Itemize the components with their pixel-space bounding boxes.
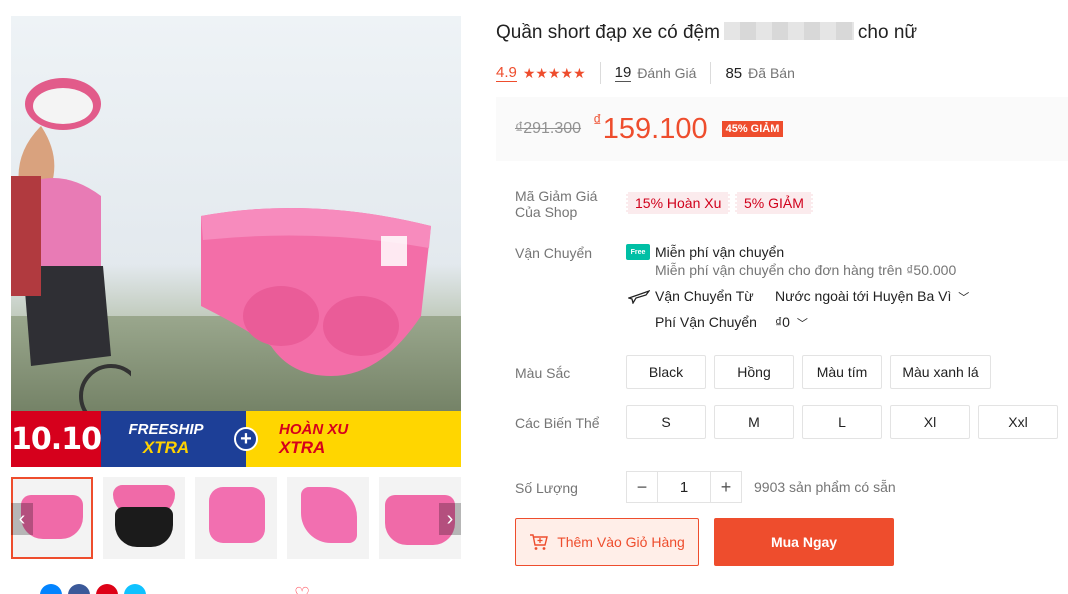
sold-label: Đã Bán <box>748 65 795 81</box>
color-option-purple[interactable]: Màu tím <box>802 355 882 389</box>
quantity-stepper: − 1 + <box>626 471 742 503</box>
product-title-suffix: cho nữ <box>857 22 918 43</box>
add-to-cart-label: Thêm Vào Giỏ Hàng <box>557 534 685 550</box>
buy-now-button[interactable]: Mua Ngay <box>714 518 894 566</box>
divider <box>710 62 712 84</box>
ship-from-value: Nước ngoài tới Huyện Ba Vì <box>775 288 952 304</box>
divider <box>599 62 601 84</box>
promo-freeship-xtra: XTRA <box>142 438 190 457</box>
currency-symbol: ₫ <box>593 111 602 130</box>
voucher-label-line2: Của Shop <box>515 204 578 220</box>
variant-option-xl[interactable]: Xl <box>890 405 970 439</box>
color-option-green[interactable]: Màu xanh lá <box>890 355 991 389</box>
ship-from-label: Vận Chuyển Từ <box>655 288 754 304</box>
stock-count: 9903 sản phẩm có sẵn <box>754 479 896 495</box>
thumbnail-image-black <box>115 507 173 547</box>
variant-option-xxl[interactable]: Xxl <box>978 405 1058 439</box>
thumbnail-strip: ‹ › <box>11 477 461 559</box>
promo-freeship-label: FREESHIP <box>128 421 204 438</box>
pinterest-icon[interactable] <box>96 584 118 594</box>
variant-option-m[interactable]: M <box>714 405 794 439</box>
add-to-cart-button[interactable]: Thêm Vào Giỏ Hàng <box>515 518 699 566</box>
ship-fee-value: ₫0 <box>775 314 790 330</box>
facebook-icon[interactable] <box>68 584 90 594</box>
product-title-prefix: Quần short đạp xe có đệm <box>496 22 720 43</box>
thumbnail-image <box>301 487 357 543</box>
color-label: Màu Sắc <box>515 365 571 381</box>
price-box: ₫291.300 ₫ 159.100 45% GIẢM <box>496 97 1068 161</box>
current-price: 159.100 <box>602 112 708 145</box>
reviews-count[interactable]: 19 <box>614 64 632 82</box>
promo-1010-badge: 10.10 <box>11 411 102 467</box>
thumbnail-3[interactable] <box>195 477 277 559</box>
thumbnail-5[interactable]: › <box>379 477 461 559</box>
original-price: ₫291.300 <box>515 120 582 137</box>
plus-icon: + <box>234 427 258 451</box>
quantity-input[interactable]: 1 <box>657 472 711 502</box>
main-product-image[interactable]: 10.10 FREESHIP XTRA + HOÀN XU XTRA <box>11 16 461 467</box>
redacted-text <box>723 22 854 40</box>
thumbnail-1[interactable]: ‹ <box>11 477 93 559</box>
quantity-label: Số Lượng <box>515 480 578 496</box>
ship-from-dropdown[interactable]: Nước ngoài tới Huyện Ba Vì ﹀ <box>775 288 969 305</box>
thumbnail-4[interactable] <box>287 477 369 559</box>
promo-hoanxu: HOÀN XU XTRA <box>261 411 461 467</box>
voucher-label: Mã Giảm Giá Của Shop <box>515 188 597 220</box>
share-row <box>40 584 146 594</box>
promo-hoanxu-xtra: XTRA <box>279 438 326 457</box>
shipping-label: Vận Chuyển <box>515 245 593 261</box>
free-shipping-title: Miễn phí vận chuyển <box>655 244 785 260</box>
product-title: Quần short đạp xe có đệm cho nữ <box>496 22 917 44</box>
promo-plus: + <box>231 411 261 467</box>
color-option-pink[interactable]: Hồng <box>714 355 794 389</box>
voucher-label-line1: Mã Giảm Giá <box>515 188 598 204</box>
discount-badge: 45% GIẢM <box>721 121 784 137</box>
rating-row: 4.9 ★★★★★ 19 Đánh Giá 85 Đã Bán <box>496 62 795 84</box>
promo-hoanxu-label: HOÀN XU <box>279 421 349 438</box>
variant-option-s[interactable]: S <box>626 405 706 439</box>
promo-banner: 10.10 FREESHIP XTRA + HOÀN XU XTRA <box>11 411 461 467</box>
star-rating-icon: ★★★★★ <box>522 64 586 81</box>
free-shipping-desc: Miễn phí vận chuyển cho đơn hàng trên ₫5… <box>655 262 957 278</box>
chevron-down-icon: ﹀ <box>796 318 808 330</box>
chevron-left-icon[interactable]: ‹ <box>11 503 33 535</box>
reviews-label: Đánh Giá <box>637 65 697 81</box>
plane-icon <box>628 289 650 304</box>
promo-freeship: FREESHIP XTRA <box>101 411 231 467</box>
cyclist-illustration <box>11 78 131 416</box>
cart-icon <box>530 534 549 550</box>
ship-fee-label: Phí Vận Chuyển <box>655 314 757 330</box>
thumbnail-2[interactable] <box>103 477 185 559</box>
thumbnail-image <box>209 487 265 543</box>
quantity-decrease-button[interactable]: − <box>627 472 657 502</box>
free-shipping-icon: Free <box>626 244 650 260</box>
sold-count: 85 <box>725 64 743 82</box>
chevron-right-icon[interactable]: › <box>439 503 461 535</box>
quantity-increase-button[interactable]: + <box>711 472 741 502</box>
twitter-icon[interactable] <box>124 584 146 594</box>
voucher-tag-2[interactable]: 5% GIẢM <box>735 192 813 214</box>
color-option-black[interactable]: Black <box>626 355 706 389</box>
heart-icon[interactable]: ♡ <box>294 584 310 594</box>
chevron-down-icon: ﹀ <box>958 292 970 304</box>
messenger-icon[interactable] <box>40 584 62 594</box>
rating-value[interactable]: 4.9 <box>496 64 517 82</box>
voucher-tag-1[interactable]: 15% Hoàn Xu <box>626 192 731 214</box>
ship-fee-dropdown[interactable]: ₫0 ﹀ <box>775 314 808 331</box>
variant-option-l[interactable]: L <box>802 405 882 439</box>
pink-shorts-illustration <box>201 208 431 376</box>
variant-label: Các Biến Thể <box>515 415 600 431</box>
